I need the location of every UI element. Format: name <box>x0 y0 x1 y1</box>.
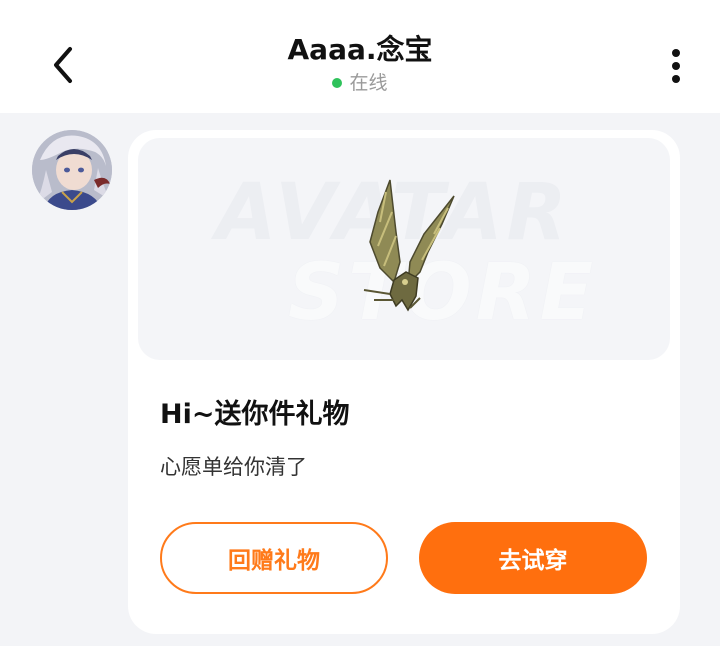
more-vertical-icon <box>672 49 680 83</box>
header-title-block: Aaaa.念宝 在线 <box>0 32 720 96</box>
return-gift-button[interactable]: 回赠礼物 <box>160 522 388 594</box>
gift-message-card[interactable]: AVATAR STORE Hi~送你件礼物 心愿单给你清了 回赠礼物 去试穿 <box>128 130 680 634</box>
avatar[interactable] <box>32 130 112 210</box>
gift-banner: AVATAR STORE <box>138 138 670 360</box>
try-on-button[interactable]: 去试穿 <box>419 522 647 594</box>
avatar-image <box>32 130 112 210</box>
online-status: 在线 <box>332 70 388 96</box>
contact-name: Aaaa.念宝 <box>287 33 433 66</box>
online-dot-icon <box>332 78 343 88</box>
online-status-label: 在线 <box>349 72 388 94</box>
gift-message-title: Hi~送你件礼物 <box>160 399 350 430</box>
more-options-button[interactable] <box>656 44 696 88</box>
chat-header: Aaaa.念宝 在线 <box>0 0 720 113</box>
dragon-wings-icon <box>363 179 455 312</box>
gift-message-subtitle: 心愿单给你清了 <box>160 455 307 479</box>
